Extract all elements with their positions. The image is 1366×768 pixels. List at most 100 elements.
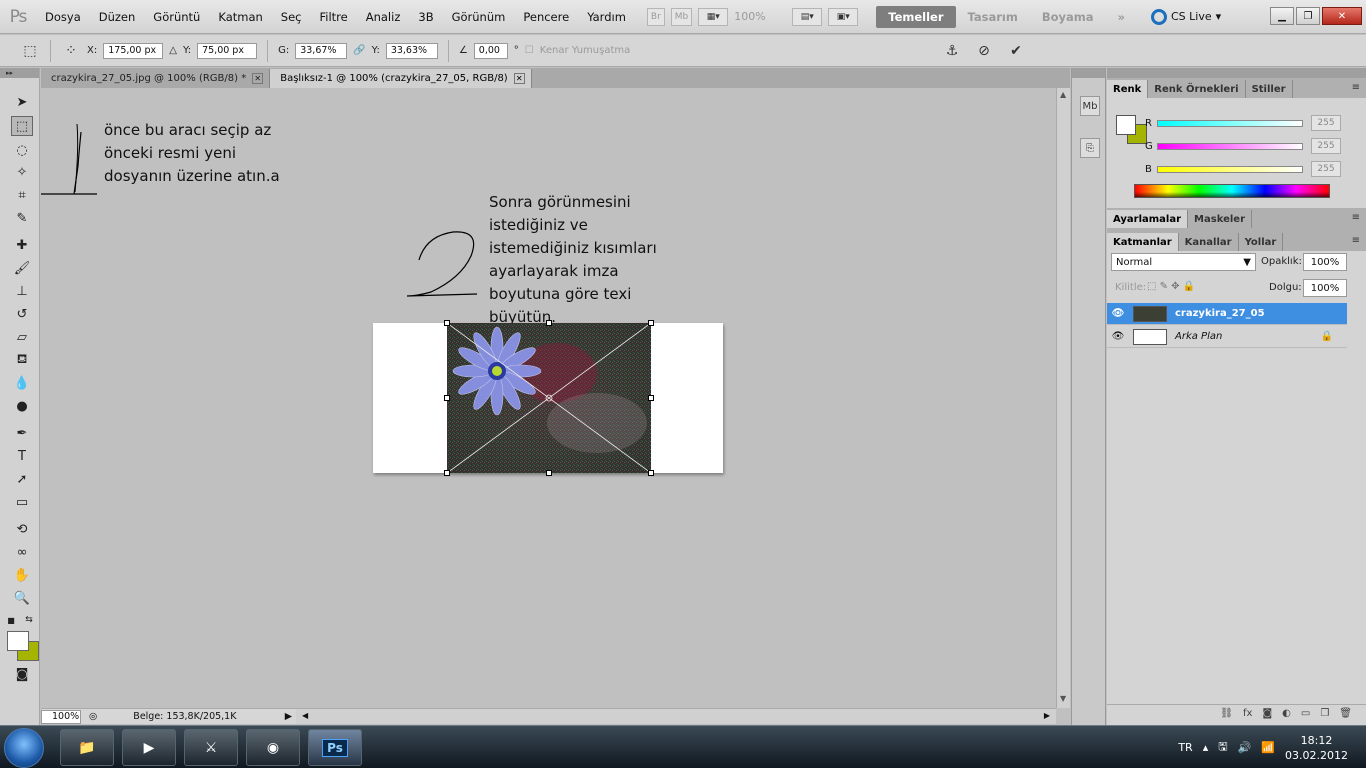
photoshop-taskbar-icon[interactable]: Ps	[308, 729, 362, 766]
height-input[interactable]: 33,63%	[385, 42, 438, 59]
panel-menu-icon[interactable]: ≡	[1352, 82, 1360, 93]
blur-tool-icon[interactable]: 💧	[11, 373, 33, 393]
menu-file[interactable]: Dosya	[36, 0, 90, 34]
close-button[interactable]: ✕	[1322, 7, 1362, 25]
media-player-taskbar-icon[interactable]: ▶	[122, 729, 176, 766]
layer-row[interactable]: 👁 Arka Plan 🔒	[1107, 326, 1347, 348]
start-button[interactable]	[4, 728, 44, 768]
adjustment-layer-icon[interactable]: ◐	[1282, 708, 1291, 719]
bridge-button[interactable]: Br	[646, 7, 665, 26]
tab-channels[interactable]: Kanallar	[1179, 233, 1239, 251]
eyedropper-tool-icon[interactable]: ✎	[11, 208, 33, 228]
blue-slider-bar[interactable]	[1157, 165, 1303, 173]
document-canvas[interactable]	[373, 320, 723, 476]
layer-name[interactable]: crazykira_27_05	[1175, 308, 1265, 319]
new-layer-icon[interactable]: ❐	[1320, 708, 1329, 719]
menu-filter[interactable]: Filtre	[311, 0, 357, 34]
status-menu-icon[interactable]: ◎	[89, 711, 97, 722]
blue-slider[interactable]: B 255	[1145, 160, 1363, 178]
history-icon[interactable]: ⎘	[1080, 138, 1100, 158]
eraser-tool-icon[interactable]: ▱	[11, 327, 33, 347]
horizontal-scrollbar[interactable]: ◀ ▶	[296, 708, 1056, 724]
tools-panel-header[interactable]: ▸▸	[0, 68, 39, 78]
dock-header[interactable]	[1072, 68, 1105, 78]
cancel-transform-icon[interactable]: ⊘	[974, 41, 994, 61]
transform-handle-left[interactable]	[444, 395, 450, 401]
chrome-taskbar-icon[interactable]: ◉	[246, 729, 300, 766]
panels-header[interactable]	[1107, 68, 1366, 78]
tab-paths[interactable]: Yollar	[1239, 233, 1284, 251]
paint-bucket-tool-icon[interactable]: ⛾	[11, 350, 33, 370]
color-spectrum[interactable]	[1134, 184, 1330, 198]
menu-layer[interactable]: Katman	[209, 0, 271, 34]
eye-icon[interactable]: 👁	[1107, 331, 1129, 342]
trash-icon[interactable]: 🗑	[1339, 708, 1352, 719]
menu-3d[interactable]: 3B	[409, 0, 442, 34]
menu-view[interactable]: Görünüm	[443, 0, 515, 34]
red-slider[interactable]: R 255	[1145, 114, 1363, 132]
y-input[interactable]: 75,00 px	[197, 42, 258, 59]
transform-handle-top-left[interactable]	[444, 320, 450, 326]
healing-brush-tool-icon[interactable]: ✚	[11, 235, 33, 255]
tab-color[interactable]: Renk	[1107, 80, 1149, 98]
tab-styles[interactable]: Stiller	[1246, 80, 1293, 98]
menu-image[interactable]: Görüntü	[144, 0, 209, 34]
reference-point-icon[interactable]: ⁘	[61, 41, 81, 61]
transform-handle-bottom-right[interactable]	[648, 470, 654, 476]
link-layers-icon[interactable]: ⛓	[1220, 708, 1233, 719]
blend-mode-select[interactable]: Normal ▼	[1111, 253, 1256, 271]
transform-handle-bottom-left[interactable]	[444, 470, 450, 476]
red-value[interactable]: 255	[1311, 115, 1341, 131]
workspace-design[interactable]: Tasarım	[956, 6, 1030, 28]
zoom-level[interactable]: 100%	[734, 10, 786, 23]
device-icon[interactable]: 🖫	[1218, 738, 1227, 757]
cs-live-menu[interactable]: CS Live ▾	[1150, 8, 1221, 25]
language-indicator[interactable]: TR	[1178, 741, 1192, 754]
3d-rotate-tool-icon[interactable]: ⟲	[11, 519, 33, 539]
quick-selection-tool-icon[interactable]: ✧	[11, 162, 33, 182]
add-mask-icon[interactable]: ◙	[1262, 708, 1272, 719]
tab-masks[interactable]: Maskeler	[1188, 210, 1253, 228]
path-selection-tool-icon[interactable]: ➚	[11, 469, 33, 489]
transform-handle-top[interactable]	[546, 320, 552, 326]
scroll-right-icon[interactable]: ▶	[1044, 711, 1050, 720]
angle-input[interactable]: 0,00	[473, 42, 508, 59]
menu-edit[interactable]: Düzen	[90, 0, 145, 34]
panel-menu-icon[interactable]: ≡	[1352, 235, 1360, 246]
workspace-painting[interactable]: Boyama	[1030, 6, 1106, 28]
3d-orbit-tool-icon[interactable]: ∞	[11, 542, 33, 562]
move-tool-icon[interactable]: ➤	[11, 92, 33, 112]
panel-menu-icon[interactable]: ≡	[1352, 212, 1360, 223]
green-value[interactable]: 255	[1311, 138, 1341, 154]
show-hidden-icons[interactable]: ▴	[1203, 741, 1209, 754]
x-input[interactable]: 175,00 px	[103, 42, 164, 59]
clone-stamp-tool-icon[interactable]: ⊥	[11, 281, 33, 301]
tab-adjustments[interactable]: Ayarlamalar	[1107, 210, 1189, 228]
eye-icon[interactable]: 👁	[1107, 308, 1129, 319]
lock-icons[interactable]: ⬚ ✎ ✥ 🔒	[1147, 281, 1195, 292]
quick-mask-icon[interactable]: ◙	[11, 664, 33, 684]
history-brush-tool-icon[interactable]: ↺	[11, 304, 33, 324]
clock[interactable]: 18:12 03.02.2012	[1285, 733, 1348, 763]
volume-icon[interactable]: 🔊	[1238, 741, 1252, 754]
swap-colors-icon[interactable]: ⇆	[22, 610, 36, 630]
minimize-button[interactable]: ▁	[1270, 7, 1294, 25]
blue-value[interactable]: 255	[1311, 161, 1341, 177]
scroll-down-icon[interactable]: ▼	[1060, 694, 1066, 703]
restore-button[interactable]: ❐	[1296, 7, 1320, 25]
close-tab-icon[interactable]: ✕	[513, 73, 525, 84]
status-zoom-field[interactable]: 100%	[41, 709, 81, 724]
green-slider[interactable]: G 255	[1145, 137, 1363, 155]
lasso-tool-icon[interactable]: ◌	[11, 140, 33, 160]
fx-icon[interactable]: fx	[1243, 708, 1252, 719]
arrange-documents-button[interactable]: ▤▾	[792, 7, 823, 26]
width-input[interactable]: 33,67%	[295, 42, 348, 59]
scroll-up-icon[interactable]: ▲	[1060, 90, 1066, 99]
zoom-tool-icon[interactable]: 🔍	[11, 588, 33, 608]
foreground-color-swatch[interactable]	[7, 631, 29, 651]
transform-handle-top-right[interactable]	[648, 320, 654, 326]
default-colors-icon[interactable]: ■	[4, 610, 18, 630]
type-tool-icon[interactable]: T	[11, 446, 33, 466]
commit-transform-icon[interactable]: ✔	[1006, 41, 1026, 61]
workspace-essentials[interactable]: Temeller	[876, 5, 956, 28]
